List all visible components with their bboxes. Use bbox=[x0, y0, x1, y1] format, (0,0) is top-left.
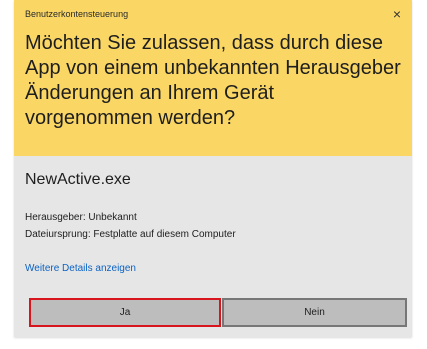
more-details-link[interactable]: Weitere Details anzeigen bbox=[25, 263, 136, 274]
app-name: NewActive.exe bbox=[25, 171, 131, 188]
dialog-question: Möchten Sie zulassen, dass durch diese A… bbox=[25, 32, 401, 129]
dialog-header: Benutzerkontensteuerung × Möchten Sie zu… bbox=[14, 0, 412, 156]
yes-button[interactable]: Ja bbox=[29, 298, 221, 327]
close-button[interactable]: × bbox=[388, 5, 406, 23]
publisher-info: Herausgeber: Unbekannt bbox=[25, 212, 137, 223]
uac-dialog: Benutzerkontensteuerung × Möchten Sie zu… bbox=[14, 0, 412, 337]
dialog-title: Benutzerkontensteuerung bbox=[25, 9, 129, 19]
file-origin-info: Dateiursprung: Festplatte auf diesem Com… bbox=[25, 229, 236, 240]
close-icon: × bbox=[392, 6, 402, 22]
no-button[interactable]: Nein bbox=[222, 298, 407, 327]
